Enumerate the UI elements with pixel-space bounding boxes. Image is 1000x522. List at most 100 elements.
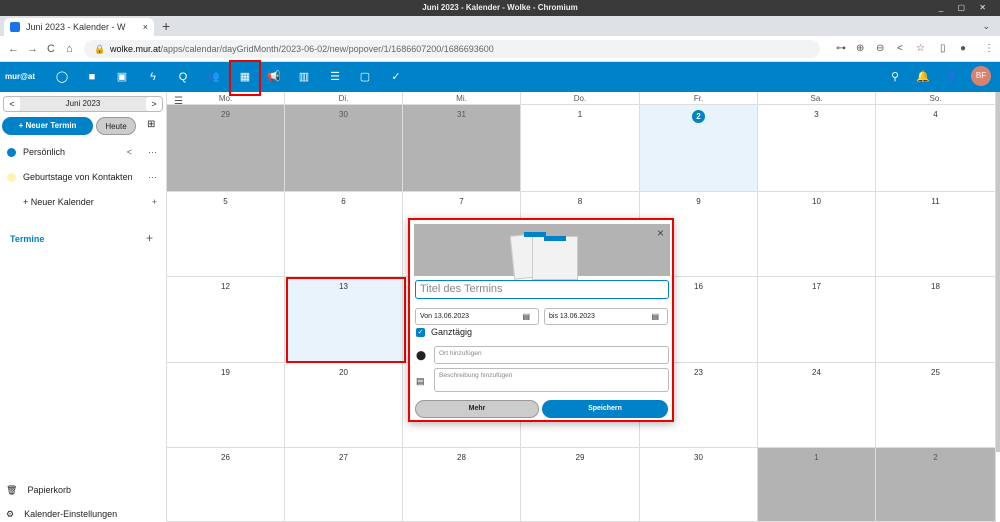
profile-icon[interactable]: ●	[960, 36, 966, 62]
reload-icon[interactable]: C	[47, 36, 55, 62]
day-cell[interactable]: 20	[285, 363, 403, 448]
more-button[interactable]: Mehr	[415, 400, 539, 418]
logo[interactable]: mur@at	[5, 62, 35, 92]
add-icon[interactable]: +	[146, 231, 153, 245]
event-title-input[interactable]: Titel des Termins	[415, 280, 669, 299]
scrollbar[interactable]	[996, 92, 1000, 452]
key-icon[interactable]: ⊶	[836, 36, 846, 62]
day-cell[interactable]: 6	[285, 192, 403, 277]
new-tab-button[interactable]: +	[162, 16, 170, 36]
url-input[interactable]: 🔒 wolke.mur.at/apps/calendar/dayGridMont…	[84, 40, 820, 58]
day-cell[interactable]: 2	[640, 105, 758, 192]
settings-item[interactable]: ⚙ Kalender-Einstellungen	[6, 509, 117, 520]
day-cell[interactable]: 31	[403, 105, 521, 192]
day-cell[interactable]: 18	[876, 277, 996, 363]
day-cell[interactable]: 25	[876, 363, 996, 448]
calendar-icon[interactable]: ▤	[651, 309, 659, 324]
day-cell[interactable]: 30	[640, 448, 758, 522]
contacts-icon[interactable]: 👥	[203, 62, 223, 92]
today-button[interactable]: Heute	[96, 117, 136, 135]
next-month-button[interactable]: >	[146, 97, 162, 111]
more-icon[interactable]: ···	[148, 167, 157, 187]
day-cell[interactable]: 12	[167, 277, 285, 363]
view-grid-icon[interactable]: ⊞	[147, 119, 155, 130]
day-cell[interactable]: 10	[758, 192, 876, 277]
share-icon[interactable]: <	[127, 142, 132, 162]
tab-close-icon[interactable]: ×	[143, 18, 148, 36]
day-cell[interactable]: 27	[285, 448, 403, 522]
tab-search-icon[interactable]: ⌄	[982, 16, 990, 36]
day-cell[interactable]: 3	[758, 105, 876, 192]
sidepanel-icon[interactable]: ▯	[940, 36, 946, 62]
day-cell[interactable]: 19	[167, 363, 285, 448]
search-icon[interactable]: ⚲	[885, 62, 905, 92]
calendar-item-birthdays[interactable]: Geburtstage von Kontakten ···	[0, 167, 167, 187]
day-cell[interactable]: 4	[876, 105, 996, 192]
forward-icon[interactable]: →	[27, 36, 38, 62]
day-cell[interactable]: 1	[758, 448, 876, 522]
day-cell[interactable]: 24	[758, 363, 876, 448]
browser-menu-icon[interactable]: ⋮	[984, 36, 994, 62]
prev-month-button[interactable]: <	[4, 97, 20, 111]
address-bar-row: ← → C ⌂ 🔒 wolke.mur.at/apps/calendar/day…	[0, 36, 1000, 62]
new-event-button[interactable]: + Neuer Termin	[2, 117, 93, 135]
trash-label: Papierkorb	[27, 485, 71, 495]
day-number: 30	[694, 453, 703, 462]
add-icon[interactable]: +	[152, 192, 157, 212]
calendar-color-dot[interactable]	[7, 173, 16, 182]
activity-icon[interactable]: ϟ	[143, 62, 163, 92]
forms-icon[interactable]: ▢	[355, 62, 375, 92]
start-date-field[interactable]: Von 13.06.2023 ▤	[415, 308, 539, 325]
new-calendar-item[interactable]: + Neuer Kalender +	[0, 192, 167, 212]
allday-checkbox[interactable]: ✓	[416, 328, 425, 337]
calendar-color-dot[interactable]	[7, 148, 16, 157]
menu-icon[interactable]: ☰	[174, 96, 183, 107]
day-cell[interactable]: 11	[876, 192, 996, 277]
day-cell[interactable]: 26	[167, 448, 285, 522]
clip-pin	[544, 236, 566, 241]
browser-tab[interactable]: Juni 2023 - Kalender - W ×	[4, 18, 154, 36]
files-icon[interactable]: ■	[82, 62, 102, 92]
day-cell[interactable]: 30	[285, 105, 403, 192]
day-cell[interactable]: 5	[167, 192, 285, 277]
month-picker[interactable]: < Juni 2023 >	[3, 96, 163, 112]
section-title-termine[interactable]: Termine	[10, 234, 44, 244]
day-cell[interactable]: 17	[758, 277, 876, 363]
month-label[interactable]: Juni 2023	[66, 99, 101, 108]
avatar[interactable]: BF	[971, 66, 991, 86]
zoom-icon[interactable]: ⊖	[876, 36, 884, 62]
location-input[interactable]: Ort hinzufügen	[434, 346, 669, 364]
day-cell[interactable]: 2	[876, 448, 996, 522]
talk-icon[interactable]: Q	[173, 62, 193, 92]
more-icon[interactable]: ···	[148, 142, 157, 162]
back-icon[interactable]: ←	[8, 36, 19, 62]
share-icon[interactable]: <	[897, 36, 903, 62]
day-number: 6	[341, 197, 346, 206]
photos-icon[interactable]: ▣	[112, 62, 132, 92]
notifications-icon[interactable]: 🔔	[913, 62, 933, 92]
list-icon[interactable]: ☰	[325, 62, 345, 92]
trash-item[interactable]: 🗑 Papierkorb	[6, 485, 71, 496]
day-cell[interactable]: 29	[167, 105, 285, 192]
dashboard-icon[interactable]: ◯	[52, 62, 72, 92]
tasks-icon[interactable]: ✓	[386, 62, 406, 92]
install-icon[interactable]: ⊕	[856, 36, 864, 62]
calendar-icon[interactable]: ▤	[522, 309, 530, 324]
day-cell[interactable]: 28	[403, 448, 521, 522]
description-input[interactable]: Beschreibung hinzufügen	[434, 368, 669, 392]
bookmark-icon[interactable]: ☆	[916, 36, 925, 62]
save-button[interactable]: Speichern	[542, 400, 668, 418]
home-icon[interactable]: ⌂	[66, 36, 73, 62]
weekday-header: Di.	[285, 92, 403, 105]
window-controls[interactable]: _ ▢ ✕	[939, 0, 992, 16]
end-date-field[interactable]: bis 13.06.2023 ▤	[544, 308, 668, 325]
analytics-icon[interactable]: ▥	[294, 62, 314, 92]
announcements-icon[interactable]: 📢	[264, 62, 284, 92]
clip-pin	[524, 232, 546, 237]
close-icon[interactable]: ×	[657, 226, 664, 240]
day-cell[interactable]: 1	[521, 105, 640, 192]
day-number: 9	[696, 197, 701, 206]
user-status-icon[interactable]: 👤	[941, 62, 961, 92]
calendar-item-personal[interactable]: Persönlich < ···	[0, 142, 167, 162]
day-cell[interactable]: 29	[521, 448, 640, 522]
